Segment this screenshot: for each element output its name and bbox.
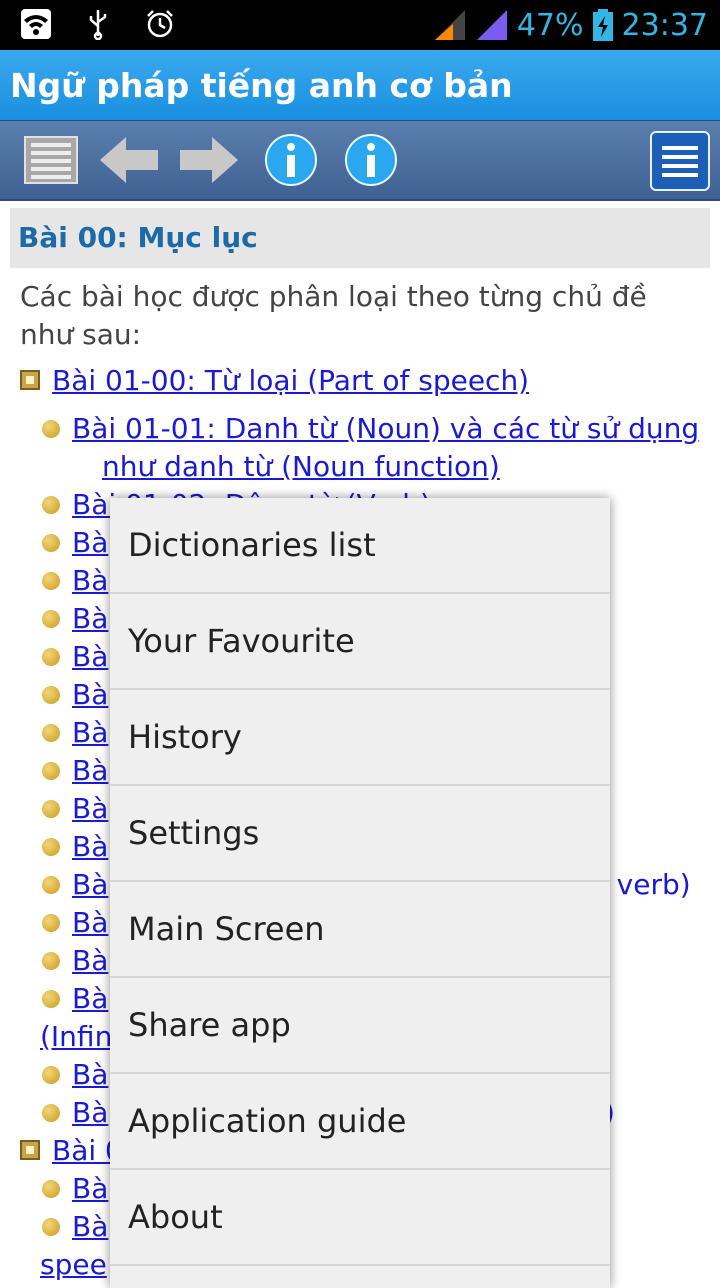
menu-item-history[interactable]: History	[110, 690, 610, 786]
signal-icon	[434, 10, 465, 40]
dot-bullet-icon	[42, 800, 60, 818]
square-bullet-icon	[20, 1140, 40, 1160]
dot-bullet-icon	[42, 990, 60, 1008]
dot-bullet-icon	[42, 610, 60, 628]
menu-item-main-screen[interactable]: Main Screen	[110, 882, 610, 978]
wifi-icon	[21, 9, 51, 39]
lesson-title: Bài 00: Mục lục	[10, 208, 710, 268]
dot-bullet-icon	[42, 1180, 60, 1198]
menu-icon	[662, 146, 698, 177]
dot-bullet-icon	[42, 1066, 60, 1084]
toc-item[interactable]: Bài 01-00: Từ loại (Part of speech)	[10, 362, 710, 400]
dot-bullet-icon	[42, 686, 60, 704]
info-icon	[345, 134, 397, 186]
app-title: Ngữ pháp tiếng anh cơ bản	[10, 66, 513, 105]
menu-item-about[interactable]: About	[110, 1170, 610, 1266]
status-left-icons	[20, 8, 176, 40]
list-icon	[24, 136, 78, 184]
status-bar: 47% 23:37	[0, 0, 720, 50]
status-right: 47% 23:37	[433, 4, 708, 46]
clock: 23:37	[621, 7, 708, 43]
toolbar	[0, 120, 720, 201]
list-button[interactable]	[20, 129, 82, 191]
info-button-1[interactable]	[260, 129, 322, 191]
toc-tail: l verb)	[600, 868, 691, 901]
usb-icon	[89, 10, 107, 40]
dot-bullet-icon	[42, 420, 60, 438]
overflow-menu-button[interactable]	[650, 131, 710, 191]
dot-bullet-icon	[42, 838, 60, 856]
dot-bullet-icon	[42, 1218, 60, 1236]
menu-item-dictionaries-list[interactable]: Dictionaries list	[110, 498, 610, 594]
forward-arrow-icon	[180, 137, 238, 183]
menu-item-your-favourite[interactable]: Your Favourite	[110, 594, 610, 690]
dot-bullet-icon	[42, 1104, 60, 1122]
info-button-2[interactable]	[340, 129, 402, 191]
signal-icon	[476, 10, 507, 40]
back-button[interactable]	[98, 129, 160, 191]
square-bullet-icon	[20, 370, 40, 390]
menu-item-settings[interactable]: Settings	[110, 786, 610, 882]
dot-bullet-icon	[42, 648, 60, 666]
intro-text: Các bài học được phân loại theo từng chủ…	[20, 280, 647, 351]
info-icon	[265, 134, 317, 186]
battery-percent: 47%	[516, 7, 584, 43]
dot-bullet-icon	[42, 724, 60, 742]
dot-bullet-icon	[42, 534, 60, 552]
menu-item-share-app[interactable]: Share app	[110, 978, 610, 1074]
menu-item-application-guide[interactable]: Application guide	[110, 1074, 610, 1170]
dot-bullet-icon	[42, 762, 60, 780]
forward-button[interactable]	[178, 129, 240, 191]
overflow-menu: Dictionaries list Your Favourite History…	[110, 498, 610, 1288]
battery-charging-icon	[592, 9, 613, 41]
toc-item[interactable]: Bài 01-01: Danh từ (Noun) và các từ sử d…	[40, 400, 710, 486]
back-arrow-icon	[100, 137, 158, 183]
dot-bullet-icon	[42, 496, 60, 514]
dot-bullet-icon	[42, 914, 60, 932]
dot-bullet-icon	[42, 572, 60, 590]
app-title-bar: Ngữ pháp tiếng anh cơ bản	[0, 50, 720, 120]
dot-bullet-icon	[42, 952, 60, 970]
dot-bullet-icon	[42, 876, 60, 894]
alarm-icon	[147, 10, 173, 38]
